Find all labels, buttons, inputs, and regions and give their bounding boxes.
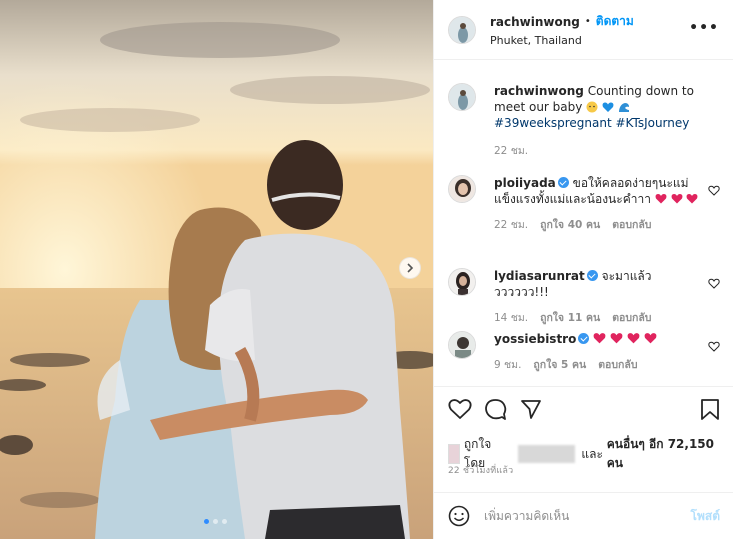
comment-time[interactable]: 22 ชม.	[494, 217, 528, 233]
comments-section[interactable]: rachwinwong Counting down to meet our ba…	[434, 61, 733, 387]
blue-heart-icon	[602, 101, 614, 113]
post-time-ago[interactable]: 22 ชั่วโมงที่แล้ว	[448, 463, 513, 477]
verified-badge-icon	[586, 270, 598, 281]
comment-username[interactable]: yossiebistro	[494, 332, 576, 346]
action-bar	[448, 398, 720, 424]
comment-username[interactable]: ploiiyada	[494, 176, 556, 190]
avatar[interactable]	[448, 175, 476, 203]
add-comment-input[interactable]: เพิ่มความคิดเห็น	[484, 507, 691, 526]
share-send-icon[interactable]	[520, 398, 542, 420]
post-location[interactable]: Phuket, Thailand	[490, 34, 634, 47]
avatar[interactable]	[448, 268, 476, 296]
red-heart-icon	[686, 194, 698, 204]
add-comment-bar: เพิ่มความคิดเห็น โพสต์	[434, 492, 733, 539]
avatar[interactable]	[448, 83, 476, 111]
like-comment-icon[interactable]	[708, 278, 720, 289]
liker-avatar[interactable]	[448, 444, 460, 464]
carousel-indicator	[204, 519, 227, 524]
post-side-panel: rachwinwong • ติดตาม Phuket, Thailand ••…	[433, 0, 733, 539]
red-heart-icon	[610, 333, 623, 344]
comment-bubble-icon[interactable]	[484, 398, 507, 421]
carousel-dot	[222, 519, 227, 524]
reply-button[interactable]: ตอบกลับ	[612, 217, 651, 233]
author-username[interactable]: rachwinwong	[490, 15, 580, 29]
comment-time[interactable]: 9 ชม.	[494, 357, 521, 373]
couple-beach-image	[0, 0, 433, 539]
caption-time[interactable]: 22 ชม.	[494, 143, 528, 159]
red-heart-icon	[627, 333, 640, 344]
avatar[interactable]	[448, 331, 476, 359]
separator-dot: •	[584, 16, 591, 27]
caption: rachwinwong Counting down to meet our ba…	[448, 83, 720, 159]
avatar[interactable]	[448, 15, 476, 44]
like-heart-icon[interactable]	[448, 398, 472, 420]
caption-username[interactable]: rachwinwong	[494, 84, 584, 98]
post-photo[interactable]	[0, 0, 433, 539]
reply-button[interactable]: ตอบกลับ	[598, 357, 637, 373]
comment-item: lydiasarunrat จะมาแล้ววววววว!!! 14 ชม. ถ…	[448, 268, 720, 326]
comment-item: ploiiyada ขอให้คลอดง่ายๆนะแม่ แข็งแรงทั้…	[448, 175, 720, 233]
wave-emoji-icon	[618, 101, 630, 113]
comment-likes[interactable]: ถูกใจ 40 คน	[540, 217, 600, 233]
red-heart-icon	[593, 333, 606, 344]
like-comment-icon[interactable]	[708, 185, 720, 196]
next-image-button[interactable]	[399, 257, 421, 279]
red-heart-icon	[644, 333, 657, 344]
post-comment-button[interactable]: โพสต์	[691, 507, 720, 526]
red-heart-icon	[655, 194, 667, 204]
verified-badge-icon	[557, 177, 569, 188]
verified-badge-icon	[578, 333, 590, 344]
likes-conjunction: และ	[581, 446, 603, 461]
likes-others-link[interactable]: คนอื่นๆ อีก 72,150 คน	[607, 435, 733, 473]
follow-button[interactable]: ติดตาม	[596, 12, 634, 31]
caption-hashtags[interactable]: #39weekspregnant #KTsJourney	[494, 116, 689, 130]
emoji-picker-icon[interactable]	[448, 505, 470, 527]
baby-emoji-icon	[586, 101, 598, 113]
red-heart-icon	[671, 194, 683, 204]
bookmark-save-icon[interactable]	[700, 398, 720, 421]
comment-item: yossiebistro 9 ชม. ถูกใจ 5 คน ตอบกลับ	[448, 331, 720, 373]
like-comment-icon[interactable]	[708, 341, 720, 352]
reply-button[interactable]: ตอบกลับ	[612, 310, 651, 326]
post-header: rachwinwong • ติดตาม Phuket, Thailand ••…	[434, 0, 733, 60]
chevron-right-icon	[407, 263, 414, 273]
liker-username-blurred[interactable]	[518, 445, 576, 463]
more-options-icon[interactable]: •••	[689, 20, 719, 36]
carousel-dot-active	[204, 519, 209, 524]
comment-time[interactable]: 14 ชม.	[494, 310, 528, 326]
comment-likes[interactable]: ถูกใจ 5 คน	[533, 357, 586, 373]
comment-likes[interactable]: ถูกใจ 11 คน	[540, 310, 600, 326]
carousel-dot	[213, 519, 218, 524]
comment-username[interactable]: lydiasarunrat	[494, 269, 585, 283]
